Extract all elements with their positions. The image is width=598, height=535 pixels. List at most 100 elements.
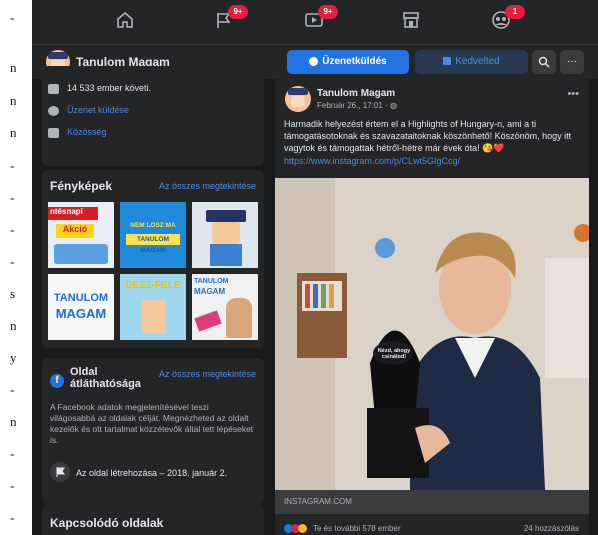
post-photo[interactable]: Nézd, ahogy csinálod! — [275, 178, 589, 490]
home-icon[interactable] — [113, 10, 137, 34]
reactions-text: Te és további 578 ember — [313, 524, 401, 533]
margin-character: - — [10, 510, 15, 525]
more-icon: ··· — [567, 56, 577, 67]
more-button[interactable]: ··· — [560, 50, 584, 74]
send-message-link[interactable]: Üzenet küldése — [67, 105, 129, 115]
margin-character: s — [10, 286, 16, 301]
margin-character: - — [10, 478, 15, 493]
post-date[interactable]: Február 26., 17:01 · ◍ — [317, 101, 397, 110]
transparency-title: Oldal átláthatósága — [70, 366, 141, 390]
like-button-label: Kedvelted — [455, 56, 500, 67]
facebook-icon: f — [50, 374, 64, 388]
about-card: 14 533 ember követi. Üzenet küldése Közö… — [42, 66, 264, 166]
photo-tile[interactable]: DEZZ-FELE — [120, 274, 186, 340]
post-reactions[interactable]: Te és további 578 ember — [284, 524, 401, 534]
send-message-row[interactable]: Üzenet küldése — [48, 105, 129, 116]
mascot-face — [212, 222, 240, 244]
margin-character: n — [10, 125, 17, 140]
photo-tile[interactable]: NEM LOSZ MA TANULOM MAGAM — [120, 202, 186, 268]
groups-icon[interactable]: 1 — [489, 5, 525, 34]
photo-caption: ntésnapi — [48, 207, 98, 220]
mascot-hat — [206, 210, 246, 222]
margin-character: y — [10, 350, 17, 365]
search-button[interactable] — [532, 50, 556, 74]
groups-badge: 1 — [505, 5, 525, 19]
trophy-engraving: Nézd, ahogy csinálod! — [377, 348, 411, 360]
photo-caption: DEZZ-FELE — [125, 280, 181, 291]
photo-caption: TANULOM MAGAM — [126, 234, 180, 254]
post-comments-count[interactable]: 24 hozzászólás — [524, 524, 579, 533]
margin-character: - — [10, 10, 15, 25]
photo-graphic — [54, 244, 108, 264]
post-photo-graphic — [275, 178, 589, 490]
post-text: Harmadik helyezést értem el a Highlights… — [284, 119, 572, 153]
mascot-figure — [142, 300, 166, 334]
post-options-icon[interactable]: ••• — [567, 88, 579, 100]
post-card: Tanulom Magam Február 26., 17:01 · ◍ •••… — [275, 78, 589, 535]
transparency-description: A Facebook adatok megjelenítésével teszi… — [50, 402, 254, 445]
page-created-text: Az oldal létrehozása – 2018. január 2. — [76, 468, 228, 478]
photo-caption: MAGAM — [55, 306, 107, 321]
margin-character: - — [10, 446, 15, 461]
photo-caption: Akció — [56, 224, 94, 238]
thumbs-up-icon — [443, 57, 452, 66]
link-preview-bar[interactable]: INSTAGRAM.COM — [275, 490, 589, 514]
post-author-avatar[interactable] — [285, 86, 311, 112]
video-icon[interactable]: 9+ — [302, 5, 338, 34]
photo-tile[interactable] — [192, 202, 258, 268]
margin-character: n — [10, 60, 17, 75]
margin-character: - — [10, 222, 15, 237]
margin-character: - — [10, 254, 15, 269]
related-pages-title: Kapcsolódó oldalak — [50, 516, 164, 530]
facebook-page-screen: 9+ 9+ 1 Tanulom Magam Üzenetküldés Kedve… — [32, 0, 598, 535]
mascot-body — [210, 244, 242, 266]
transparency-card: f Oldal átláthatósága Az összes megtekin… — [42, 358, 264, 505]
post-link[interactable]: https://www.instagram.com/p/CLwt5GIgCcg/ — [284, 156, 460, 166]
messenger-icon — [309, 56, 319, 66]
flag-icon[interactable]: 9+ — [212, 5, 248, 34]
margin-character: n — [10, 318, 17, 333]
photo-caption: TANULOM — [194, 278, 229, 285]
photo-tile[interactable]: TANULOM MAGAM — [192, 274, 258, 340]
post-author-name[interactable]: Tanulom Magam — [317, 88, 395, 99]
like-button[interactable]: Kedvelted — [415, 50, 528, 74]
message-button-label: Üzenetküldés — [322, 56, 387, 67]
flag-badge: 9+ — [228, 5, 248, 19]
followers-row: 14 533 ember követi. — [48, 83, 151, 94]
left-margin-strip: - n n n - - - - s n y - n - - - — [0, 0, 30, 535]
margin-character: n — [10, 93, 17, 108]
folder-icon — [48, 127, 59, 138]
photo-caption: TANULOM — [53, 292, 109, 304]
search-icon — [538, 56, 550, 68]
post-date-text: Február 26., 17:01 · — [317, 101, 390, 110]
photo-tile[interactable]: ntésnapi Akció — [48, 202, 114, 268]
margin-character: n — [10, 414, 17, 429]
messenger-icon — [48, 105, 59, 116]
photo-caption: MAGAM — [194, 287, 226, 296]
top-navigation: 9+ 9+ 1 — [32, 0, 598, 44]
photos-see-all-link[interactable]: Az összes megtekintése — [159, 181, 256, 191]
followers-icon — [48, 83, 59, 94]
store-icon[interactable] — [399, 10, 423, 34]
person-photo — [226, 298, 252, 338]
category-row[interactable]: Közösség — [48, 127, 107, 138]
care-reaction-icon — [298, 524, 307, 534]
flag-icon — [50, 462, 70, 482]
margin-character: - — [10, 382, 15, 397]
photo-caption: NEM LOSZ MA — [130, 222, 176, 229]
transparency-title-line2: átláthatósága — [70, 378, 141, 390]
margin-character: - — [10, 158, 15, 173]
photos-title: Fényképek — [50, 179, 113, 193]
related-pages-card: Kapcsolódó oldalak — [42, 504, 264, 535]
transparency-title-line1: Oldal — [70, 366, 98, 378]
margin-character: - — [10, 190, 15, 205]
photos-card: Fényképek Az összes megtekintése ntésnap… — [42, 170, 264, 348]
globe-icon: ◍ — [389, 101, 397, 110]
message-button[interactable]: Üzenetküldés — [287, 50, 409, 74]
category-link[interactable]: Közösség — [67, 127, 107, 137]
pennant-graphic — [194, 310, 222, 332]
photo-tile[interactable]: TANULOM MAGAM — [48, 274, 114, 340]
video-badge: 9+ — [318, 5, 338, 19]
transparency-see-all-link[interactable]: Az összes megtekintése — [159, 369, 256, 379]
link-source: INSTAGRAM.COM — [284, 497, 352, 506]
